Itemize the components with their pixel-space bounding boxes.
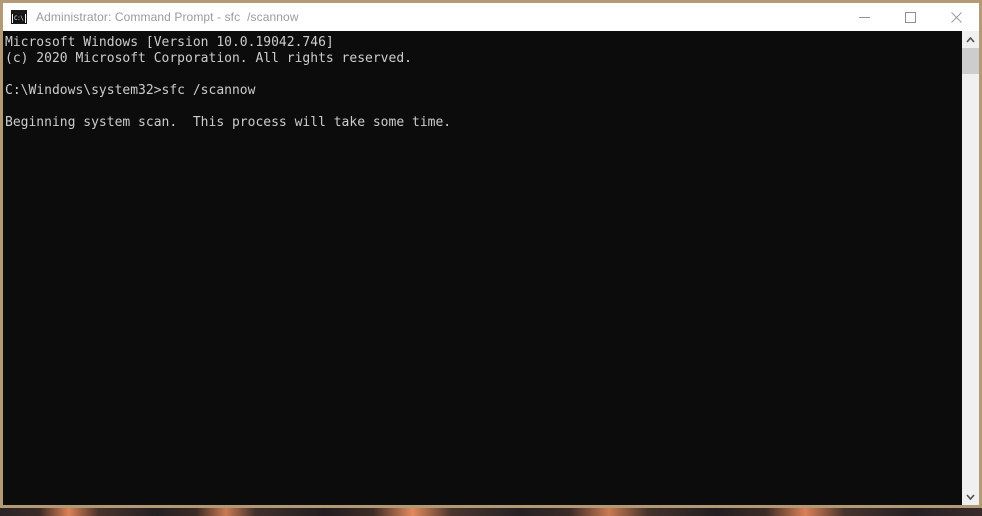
maximize-icon (904, 11, 916, 23)
chevron-down-icon (966, 493, 975, 500)
scroll-down-arrow[interactable] (962, 488, 979, 505)
window-controls (841, 3, 979, 31)
maximize-button[interactable] (887, 3, 933, 31)
console-area[interactable]: Microsoft Windows [Version 10.0.19042.74… (3, 31, 979, 505)
command-prompt-window: C:\ Administrator: Command Prompt - sfc … (0, 0, 982, 508)
minimize-icon (858, 16, 870, 18)
minimize-button[interactable] (841, 3, 887, 31)
scroll-up-arrow[interactable] (962, 31, 979, 48)
icon-prompt-glyph: C:\ (13, 14, 25, 23)
console-output[interactable]: Microsoft Windows [Version 10.0.19042.74… (3, 31, 961, 505)
window-title: Administrator: Command Prompt - sfc /sca… (36, 10, 299, 24)
scrollbar-track[interactable] (962, 48, 979, 488)
command-prompt-icon: C:\ (11, 10, 27, 24)
close-icon (950, 11, 962, 23)
close-button[interactable] (933, 3, 979, 31)
window-titlebar[interactable]: C:\ Administrator: Command Prompt - sfc … (3, 3, 979, 31)
chevron-up-icon (966, 36, 975, 43)
scrollbar-thumb[interactable] (962, 48, 979, 74)
vertical-scrollbar[interactable] (961, 31, 979, 505)
